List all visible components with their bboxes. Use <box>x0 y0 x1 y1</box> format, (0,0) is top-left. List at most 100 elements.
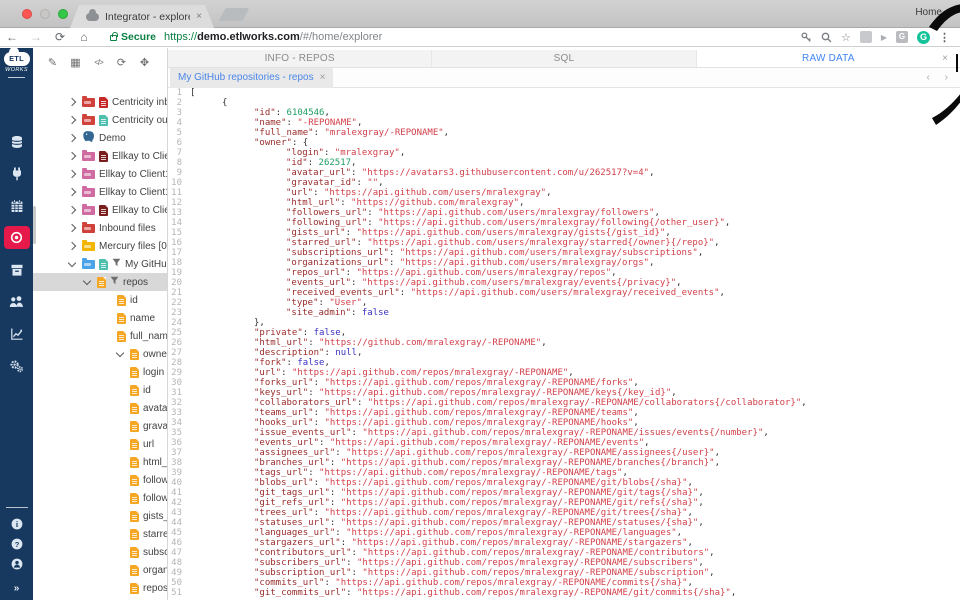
refresh-icon[interactable]: ⟳ <box>115 56 128 69</box>
tree-node-following-url[interactable]: following_url <box>33 489 167 507</box>
play-extension-icon[interactable]: ▶ <box>881 33 887 42</box>
tree-node-owner[interactable]: owner <box>33 345 167 363</box>
tree-node-id[interactable]: id <box>33 291 167 309</box>
code-icon[interactable]: </> <box>92 58 105 67</box>
url-host[interactable]: demo.etlworks.com <box>197 31 300 43</box>
sidebar-item-account[interactable] <box>11 558 23 570</box>
g-extension-icon[interactable]: G <box>896 31 908 43</box>
tree-node-demo[interactable]: Demo <box>33 129 167 147</box>
back-icon[interactable]: ← <box>0 30 24 44</box>
sidebar-item-help[interactable]: ? <box>11 538 23 550</box>
sidebar-item-settings-gears[interactable] <box>4 354 30 377</box>
code-line: 15 "gists_url": "https://api.github.com/u… <box>168 228 960 238</box>
new-tab-button[interactable] <box>218 8 250 21</box>
code-line: 46 "stargazers_url": "https://api.github.… <box>168 538 960 548</box>
screen: Integrator - explorer × Home ← → ⟳ ⌂ Sec… <box>0 0 960 600</box>
browser-tab[interactable]: Integrator - explorer × <box>70 5 214 28</box>
tree-node-starred-url[interactable]: starred_url <box>33 525 167 543</box>
tree-node-centricity-inbound-ftp[interactable]: Centricity inbound ftp <box>33 93 167 111</box>
url-path[interactable]: /#/home/explorer <box>300 31 383 43</box>
tab-info-repos[interactable]: INFO - REPOS <box>168 50 433 67</box>
tree-node-organizations-url[interactable]: organizations_url <box>33 561 167 579</box>
chevron-right-icon[interactable] <box>67 97 77 107</box>
sidebar-item-calendar[interactable] <box>4 194 30 217</box>
chevron-right-icon[interactable] <box>67 205 77 215</box>
tab-raw-data[interactable]: RAW DATA <box>696 50 960 67</box>
tree-node-gravatar-id[interactable]: gravatar_id <box>33 417 167 435</box>
reload-icon[interactable]: ⟳ <box>48 30 72 44</box>
line-number: 8 <box>176 158 182 168</box>
document-tab[interactable]: My GitHub repositories - repos × <box>170 68 334 88</box>
line-number: 10 <box>171 178 182 188</box>
chevron-right-icon[interactable] <box>67 133 77 143</box>
tree-node-id[interactable]: id <box>33 381 167 399</box>
tab-sql[interactable]: SQL <box>432 50 697 67</box>
tree-node-repos[interactable]: repos <box>33 273 167 291</box>
chevron-down-icon[interactable] <box>67 258 77 267</box>
grid-icon[interactable]: ▦ <box>69 56 82 69</box>
tree-node-mercury-files-04-29-2017-12[interactable]: Mercury files [04-29-2017_12 <box>33 237 167 255</box>
tabbar-close-icon[interactable]: × <box>942 50 948 68</box>
browser-menu-icon[interactable]: ⋮ <box>939 31 950 44</box>
chevron-down-icon[interactable] <box>115 348 125 357</box>
tree-node-ellkay-to-client1-inbound-ord[interactable]: Ellkay to Client1 inbound ord <box>33 165 168 183</box>
sidebar-item-info[interactable]: i <box>11 518 23 530</box>
tab-close-icon[interactable]: × <box>196 11 202 22</box>
tree-node-centricity-outbound-ftp[interactable]: Centricity outbound ftp <box>33 111 167 129</box>
tree-node-followers-url[interactable]: followers_url <box>33 471 167 489</box>
zoom-window-button[interactable] <box>58 9 68 19</box>
sidebar-item-statistics[interactable] <box>4 322 30 345</box>
tree-node-ellkay-to-client1-inboun[interactable]: Ellkay to Client1 inboun <box>33 147 167 165</box>
chevron-right-icon[interactable] <box>67 187 77 197</box>
document-tab-close-icon[interactable]: × <box>320 68 326 88</box>
sidebar-item-storage-box[interactable] <box>4 258 30 281</box>
tree-node-subscriptions-url[interactable]: subscriptions_url <box>33 543 167 561</box>
sidebar-item-explorer-target[interactable] <box>3 226 30 249</box>
tree-node-ellkay-to-client1-inboun[interactable]: Ellkay to Client1 inboun <box>33 201 167 219</box>
code-line: 19 "repos_url": "https://api.github.com/u… <box>168 268 960 278</box>
bookmark-star-icon[interactable]: ☆ <box>841 31 851 44</box>
tree-node-full-name[interactable]: full_name <box>33 327 167 345</box>
line-number: 20 <box>171 278 182 288</box>
chevron-right-icon[interactable] <box>67 169 77 179</box>
edit-icon[interactable]: ✎ <box>46 56 59 69</box>
minimize-window-button[interactable] <box>40 9 50 19</box>
chevron-down-icon[interactable] <box>82 276 92 285</box>
sidebar-item-users[interactable] <box>4 290 30 313</box>
tree-node-gists-url[interactable]: gists_url <box>33 507 167 525</box>
key-icon[interactable] <box>801 31 812 43</box>
move-icon[interactable]: ✥ <box>138 56 151 69</box>
url-scheme[interactable]: https:// <box>164 31 197 43</box>
browser-home-icon[interactable]: ⌂ <box>72 30 96 44</box>
tree-node-label: Ellkay to Client1 inbound ord <box>99 168 168 180</box>
file-yellow-icon <box>130 564 139 576</box>
chevron-right-icon[interactable] <box>67 151 77 161</box>
tree-node-url[interactable]: url <box>33 435 167 453</box>
code-line: 23 "site_admin": false <box>168 308 960 318</box>
close-window-button[interactable] <box>22 9 32 19</box>
tab-scroll-arrows[interactable]: ‹ › <box>927 68 954 88</box>
extension-icon[interactable] <box>859 31 872 43</box>
secure-label[interactable]: Secure <box>121 31 156 43</box>
tree-node-inbound-files[interactable]: Inbound files <box>33 219 167 237</box>
chevron-right-icon[interactable] <box>67 115 77 125</box>
tree-node-login[interactable]: login <box>33 363 167 381</box>
tree-scrollbar-thumb[interactable] <box>33 206 36 244</box>
tree-node-repos-url[interactable]: repos_url <box>33 579 167 597</box>
line-number: 43 <box>171 508 182 518</box>
tree-node-name[interactable]: name <box>33 309 167 327</box>
tree-node-ellkay-to-client1-inbound-ord[interactable]: Ellkay to Client1 inbound ord <box>33 183 167 201</box>
forward-icon[interactable]: → <box>24 30 48 44</box>
tree-node-html-url[interactable]: html_url <box>33 453 167 471</box>
tree-node-avatar-url[interactable]: avatar_url <box>33 399 167 417</box>
raw-data-editor[interactable]: 1[2{3 "id": 6104546, 4 "name": "-REPONAME",… <box>168 88 960 600</box>
zoom-search-icon[interactable] <box>821 32 832 43</box>
chevron-right-icon[interactable] <box>67 223 77 233</box>
sidebar-item-integrations[interactable] <box>4 162 30 185</box>
account-icon <box>11 558 23 570</box>
tree-node-my-github-reposito[interactable]: My GitHub reposito <box>33 255 167 273</box>
grammarly-icon[interactable]: G <box>917 30 930 44</box>
sidebar-item-database[interactable] <box>4 130 30 153</box>
chevron-right-icon[interactable] <box>67 241 77 251</box>
sidebar-item-collapse[interactable]: » <box>14 578 20 596</box>
